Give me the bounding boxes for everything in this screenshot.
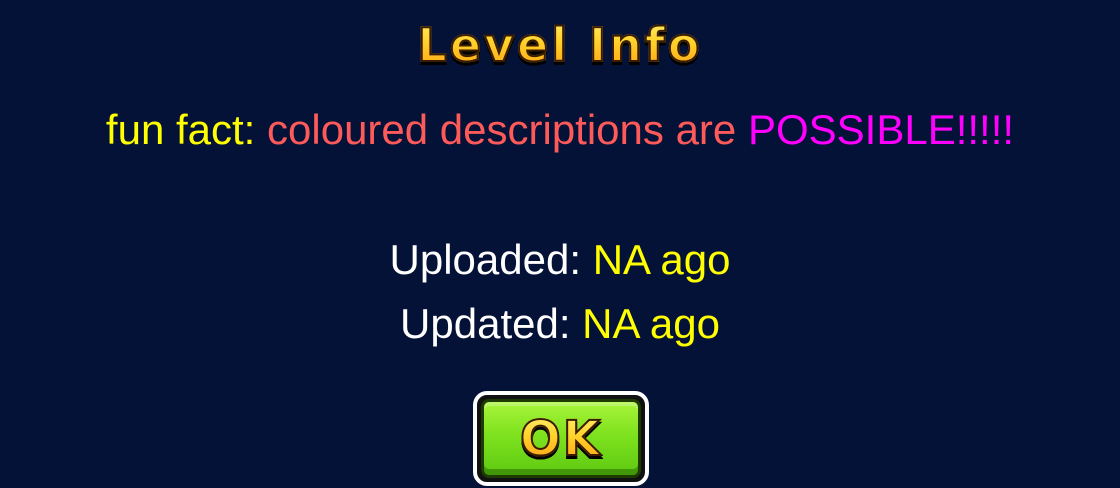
updated-label: Updated: <box>400 300 583 347</box>
description-segment-coloured: coloured descriptions are <box>267 106 748 153</box>
updated-value: NA ago <box>582 300 720 347</box>
ok-button-face[interactable]: OK <box>481 399 641 478</box>
ok-button-label: OK <box>519 410 602 468</box>
level-info-title: Level Info <box>0 14 1120 76</box>
level-description: fun fact: coloured descriptions are POSS… <box>0 105 1120 155</box>
description-segment-fun-fact: fun fact: <box>105 106 268 153</box>
ok-button[interactable]: OK <box>473 391 649 486</box>
uploaded-value: NA ago <box>592 236 731 283</box>
uploaded-label: Uploaded: <box>389 236 593 283</box>
updated-row: Updated: NA ago <box>0 299 1120 349</box>
uploaded-row: Uploaded: NA ago <box>0 235 1120 285</box>
description-segment-possible: POSSIBLE!!!!! <box>747 106 1015 153</box>
